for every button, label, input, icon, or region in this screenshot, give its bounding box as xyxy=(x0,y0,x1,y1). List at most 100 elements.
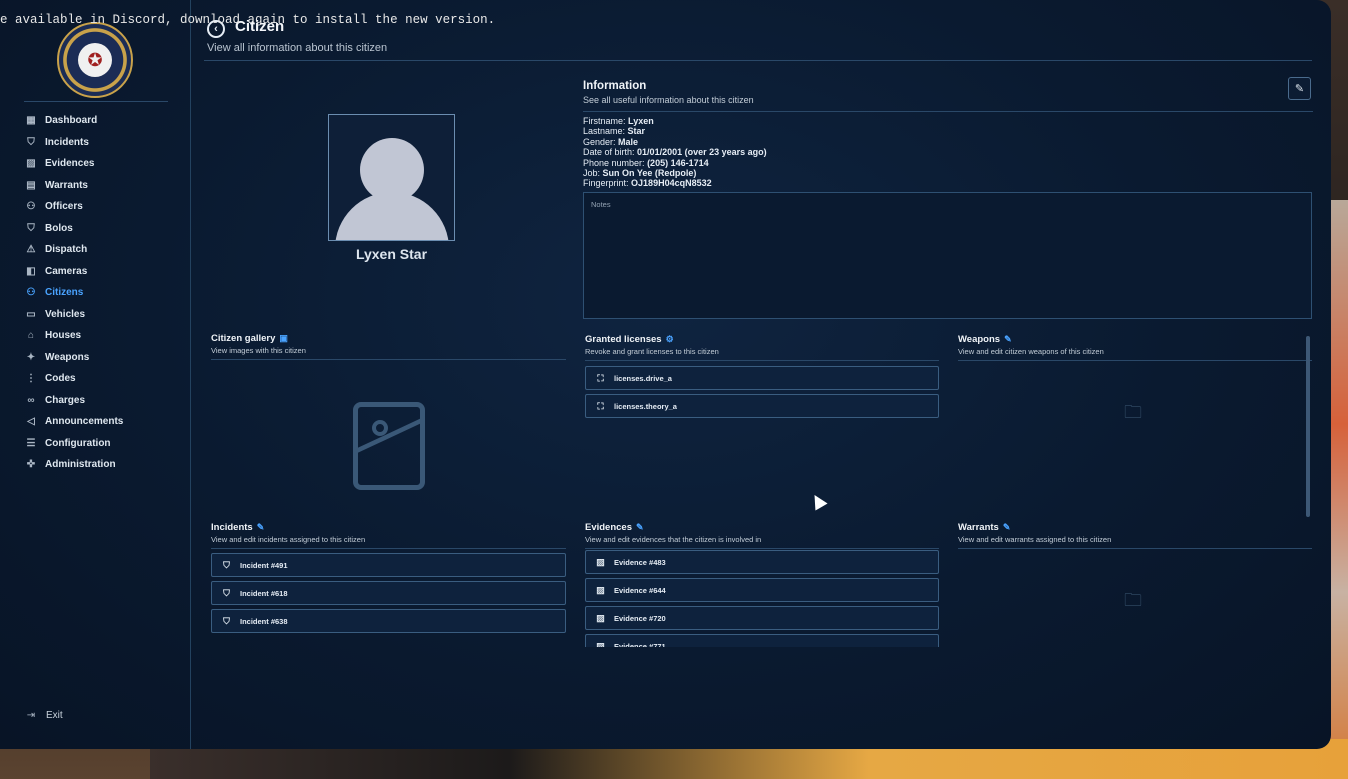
evidence-item[interactable]: ▨ Evidence #483 xyxy=(585,550,939,574)
sidebar-item-codes[interactable]: ⋮ Codes xyxy=(24,368,184,390)
warrants-edit-icon[interactable]: ✎ xyxy=(1003,522,1011,533)
sidebar-item-citizens[interactable]: ⚇ Citizens xyxy=(24,282,184,304)
weapons-panel: Weapons ✎ View and edit citizen weapons o… xyxy=(958,334,1312,361)
shield-icon: ⛉ xyxy=(223,587,230,598)
sidebar-item-incidents[interactable]: ⛉ Incidents xyxy=(24,132,184,154)
sidebar-item-label: Bolos xyxy=(45,222,73,234)
evidences-edit-icon[interactable]: ✎ xyxy=(636,522,644,533)
edit-citizen-button[interactable]: ✎ xyxy=(1288,77,1311,100)
citizen-avatar[interactable] xyxy=(328,114,455,241)
avatar-body xyxy=(335,192,449,240)
sidebar-item-dispatch[interactable]: ⚠ Dispatch xyxy=(24,239,184,261)
information-subtitle: See all useful information about this ci… xyxy=(583,95,754,105)
sidebar-item-label: Weapons xyxy=(45,351,90,363)
sidebar-item-label: Warrants xyxy=(45,179,88,191)
evidences-list: ▨ Evidence #483 ▨ Evidence #644 ▨ Evidence #7… xyxy=(585,550,939,647)
license-item[interactable]: ⛶ licenses.drive_a xyxy=(585,366,939,390)
incidents-edit-icon[interactable]: ✎ xyxy=(257,522,265,533)
radio-icon: ⋮ xyxy=(26,373,36,385)
info-field-value: OJ189H04cqN8532 xyxy=(631,178,712,189)
image-icon: ▨ xyxy=(596,556,605,567)
weapons-title: Weapons ✎ xyxy=(958,334,1312,345)
sidebar-item-officers[interactable]: ⚇ Officers xyxy=(24,196,184,218)
exit-label: Exit xyxy=(46,709,63,721)
evidence-item-label: Evidence #483 xyxy=(614,557,666,567)
sidebar-item-bolos[interactable]: ⛉ Bolos xyxy=(24,218,184,240)
info-field-label: Lastname: xyxy=(583,126,626,137)
incident-item-label: Incident #638 xyxy=(240,616,288,626)
mdt-tablet: ✪ ▦ Dashboard ⛉ Incidents ▨ Evidences ▤ Warrant… xyxy=(0,0,1331,749)
info-field: Lastname: Star xyxy=(583,126,767,136)
evidence-item[interactable]: ▨ Evidence #644 xyxy=(585,578,939,602)
incident-item-label: Incident #491 xyxy=(240,560,288,570)
sidebar-item-label: Dispatch xyxy=(45,244,88,256)
sidebar-item-label: Cameras xyxy=(45,265,88,277)
evidence-item[interactable]: ▨ Evidence #771 xyxy=(585,634,939,647)
sidebar-item-warrants[interactable]: ▤ Warrants xyxy=(24,175,184,197)
incident-item[interactable]: ⛉ Incident #638 xyxy=(211,609,566,633)
incidents-list: ⛉ Incident #491 ⛉ Incident #618 ⛉ Incident #6… xyxy=(211,553,566,649)
sidebar-item-label: Configuration xyxy=(45,437,111,449)
info-field-label: Date of birth: xyxy=(583,147,635,158)
information-fields: Firstname: Lyxen Lastname: Star Gender: Ma… xyxy=(583,116,767,189)
evidences-panel: Evidences ✎ View and edit evidences that … xyxy=(585,522,939,647)
shield-alert-icon: ⛉ xyxy=(27,222,35,234)
licenses-settings-icon[interactable]: ⚙ xyxy=(666,334,674,345)
evidences-title: Evidences ✎ xyxy=(585,522,939,533)
incident-item[interactable]: ⛉ Incident #491 xyxy=(211,553,566,577)
exit-icon: ⇥ xyxy=(26,709,36,721)
shield-icon: ⛉ xyxy=(223,559,230,570)
evidences-title-text: Evidences xyxy=(585,522,632,533)
information-title: Information xyxy=(583,80,647,92)
sidebar-item-cameras[interactable]: ◧ Cameras xyxy=(24,261,184,283)
weapons-subtitle: View and edit citizen weapons of this ci… xyxy=(958,347,1104,356)
evidence-item-label: Evidence #644 xyxy=(614,585,666,595)
gallery-title: Citizen gallery ▣ xyxy=(211,333,566,344)
empty-folder-icon: 🗀 xyxy=(1124,590,1142,610)
sidebar-item-charges[interactable]: ∞ Charges xyxy=(24,390,184,412)
sidebar-item-label: Dashboard xyxy=(45,115,98,127)
weapons-edit-icon[interactable]: ✎ xyxy=(1004,334,1012,345)
license-item-label: licenses.drive_a xyxy=(614,373,672,383)
gallery-divider xyxy=(211,359,566,360)
incident-item[interactable]: ⛉ Incident #618 xyxy=(211,581,566,605)
console-message: e available in Discord, download again t… xyxy=(0,13,496,27)
sidebar-item-houses[interactable]: ⌂ Houses xyxy=(24,325,184,347)
sidebar-item-administration[interactable]: ✜ Administration xyxy=(24,454,184,476)
empty-folder-icon: 🗀 xyxy=(1124,402,1142,422)
sidebar-item-evidences[interactable]: ▨ Evidences xyxy=(24,153,184,175)
notes-textarea[interactable]: Notes xyxy=(583,192,1312,319)
gallery-folder-icon[interactable]: ▣ xyxy=(279,333,288,344)
sidebar-item-announcements[interactable]: ◁ Announcements xyxy=(24,411,184,433)
image-placeholder-icon xyxy=(353,402,425,490)
evidence-item[interactable]: ▨ Evidence #720 xyxy=(585,606,939,630)
admin-icon: ✜ xyxy=(26,459,36,471)
info-field-value: Lyxen xyxy=(628,116,654,126)
info-field-value: (205) 146-1714 xyxy=(647,157,709,168)
info-field: Phone number: (205) 146-1714 xyxy=(583,158,767,168)
sidebar-nav: ▦ Dashboard ⛉ Incidents ▨ Evidences ▤ Warrants ⚇… xyxy=(24,110,184,476)
sidebar-item-configuration[interactable]: ☰ Configuration xyxy=(24,433,184,455)
eagle-seal-icon: ✪ xyxy=(78,43,112,77)
image-mountain xyxy=(353,416,425,490)
sidebar-item-label: Announcements xyxy=(45,416,124,428)
license-item[interactable]: ⛶ licenses.theory_a xyxy=(585,394,939,418)
sidebar-item-dashboard[interactable]: ▦ Dashboard xyxy=(24,110,184,132)
scrollbar[interactable] xyxy=(1306,336,1310,517)
sidebar-item-label: Vehicles xyxy=(45,308,86,320)
sidebar-item-weapons[interactable]: ✦ Weapons xyxy=(24,347,184,369)
sidebar-item-vehicles[interactable]: ▭ Vehicles xyxy=(24,304,184,326)
sidebar-item-label: Administration xyxy=(45,459,116,471)
exit-button[interactable]: ⇥ Exit xyxy=(24,708,63,722)
citizens-icon: ⚇ xyxy=(26,287,36,299)
licenses-subtitle: Revoke and grant licenses to this citize… xyxy=(585,347,719,356)
dashboard-icon: ▦ xyxy=(26,115,36,127)
info-field-label: Fingerprint: xyxy=(583,178,629,189)
weapons-divider xyxy=(958,360,1312,361)
warrants-panel: Warrants ✎ View and edit warrants assigne… xyxy=(958,522,1312,549)
sidebar-item-label: Citizens xyxy=(45,287,84,299)
notes-placeholder: Notes xyxy=(591,200,611,209)
sidebar-item-label: Codes xyxy=(45,373,76,385)
info-field-label: Firstname: xyxy=(583,116,626,126)
info-field-label: Job: xyxy=(583,168,601,179)
